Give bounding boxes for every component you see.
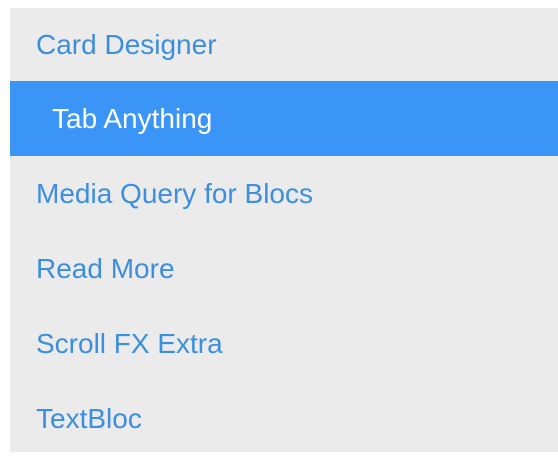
menu-list: Card Designer Tab Anything Media Query f…: [10, 8, 558, 456]
menu-item-label: Media Query for Blocs: [36, 177, 313, 209]
menu-item-scroll-fx-extra[interactable]: Scroll FX Extra: [10, 306, 558, 381]
menu-item-textbloc[interactable]: TextBloc: [10, 381, 558, 456]
menu-panel: Card Designer Tab Anything Media Query f…: [10, 8, 558, 452]
menu-item-label: TextBloc: [36, 402, 142, 434]
menu-item-read-more[interactable]: Read More: [10, 231, 558, 306]
menu-item-media-query-for-blocs[interactable]: Media Query for Blocs: [10, 156, 558, 231]
menu-item-card-designer[interactable]: Card Designer: [10, 8, 558, 81]
menu-item-label: Card Designer: [36, 28, 217, 60]
menu-item-label: Read More: [36, 252, 175, 284]
menu-item-label: Tab Anything: [52, 102, 213, 134]
menu-item-tab-anything[interactable]: Tab Anything: [10, 81, 558, 156]
menu-item-label: Scroll FX Extra: [36, 327, 223, 359]
